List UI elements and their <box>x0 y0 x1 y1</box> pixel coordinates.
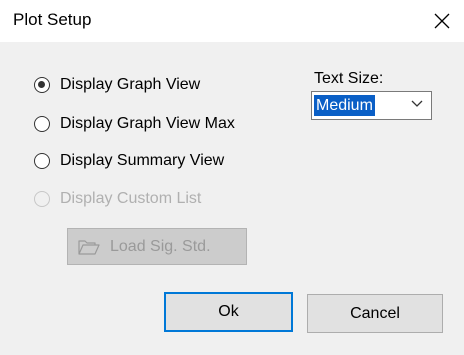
text-size-label: Text Size: <box>314 70 384 87</box>
load-sig-std-button: Load Sig. Std. <box>67 228 247 265</box>
radio-label: Display Graph View Max <box>60 115 235 132</box>
radio-button[interactable] <box>34 153 50 169</box>
ok-label: Ok <box>218 303 239 320</box>
radio-label: Display Summary View <box>60 152 225 169</box>
close-button[interactable] <box>420 0 464 42</box>
radio-button-disabled <box>34 191 50 207</box>
radio-label: Display Graph View <box>60 76 201 93</box>
cancel-label: Cancel <box>350 304 400 322</box>
close-icon <box>434 13 450 29</box>
dialog-title: Plot Setup <box>13 10 92 29</box>
ok-button[interactable]: Ok <box>164 292 293 332</box>
radio-button[interactable] <box>34 116 50 132</box>
title-bar: Plot Setup <box>0 0 464 42</box>
chevron-down-icon <box>411 100 423 107</box>
radio-display-graph-view[interactable]: Display Graph View <box>34 76 200 94</box>
load-sig-std-label: Load Sig. Std. <box>110 237 211 255</box>
radio-display-summary-view[interactable]: Display Summary View <box>34 152 224 170</box>
text-size-selected-value: Medium <box>314 95 375 116</box>
text-size-select[interactable]: Medium <box>311 91 432 120</box>
plot-setup-dialog: Plot Setup Display Graph View Display Gr… <box>0 0 464 355</box>
radio-label: Display Custom List <box>60 190 202 207</box>
radio-display-custom-list: Display Custom List <box>34 190 201 208</box>
cancel-button[interactable]: Cancel <box>307 294 443 333</box>
folder-icon <box>78 239 100 255</box>
radio-button-checked[interactable] <box>34 77 50 93</box>
radio-display-graph-view-max[interactable]: Display Graph View Max <box>34 115 235 133</box>
